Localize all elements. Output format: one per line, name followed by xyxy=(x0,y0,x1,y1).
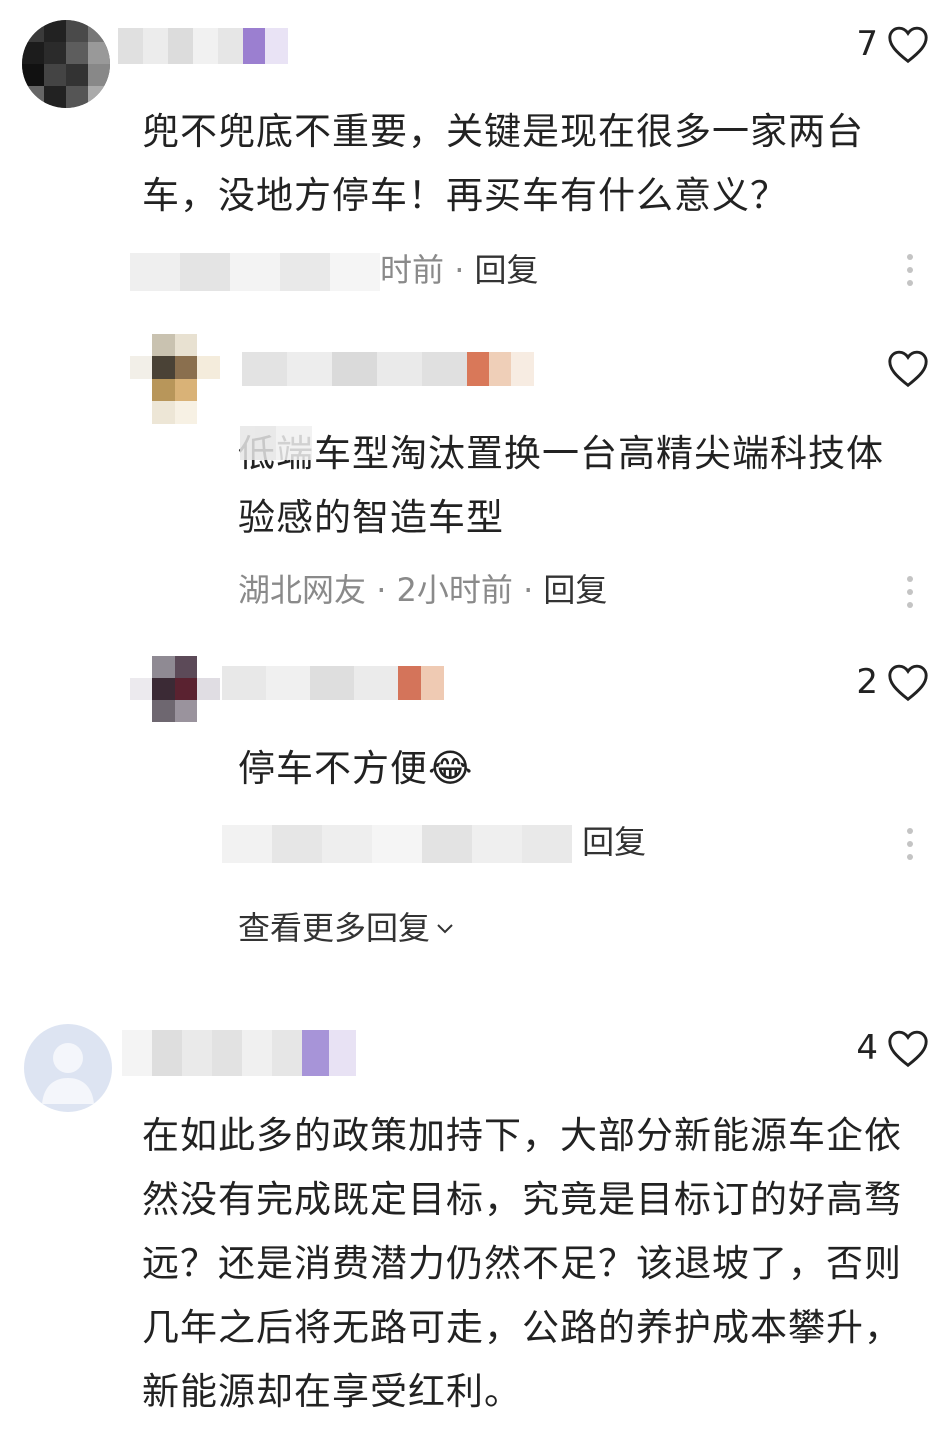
reply-text: 停车不方便😂 xyxy=(238,736,898,801)
reply-button[interactable]: 回复 xyxy=(475,251,539,289)
avatar[interactable] xyxy=(22,20,110,108)
comment-text: 兜不兜底不重要，关键是现在很多一家两台车，没地方停车！再买车有什么意义？ xyxy=(142,110,864,217)
like-count: 4 xyxy=(856,1028,878,1068)
heart-outline-icon xyxy=(888,664,928,702)
view-more-replies-button[interactable]: 查看更多回复 xyxy=(238,908,456,948)
reply-meta: 回复 xyxy=(222,822,646,863)
heart-outline-icon xyxy=(888,1030,928,1068)
reply-text: 低端车型淘汰置换一台高精尖端科技体验感的智造车型 xyxy=(238,432,884,539)
username-blurred[interactable] xyxy=(242,352,534,386)
like-button[interactable] xyxy=(878,348,930,388)
username-blurred[interactable] xyxy=(118,28,288,64)
separator: · xyxy=(454,251,465,289)
like-button[interactable]: 4 xyxy=(856,1028,930,1068)
comment-meta: 时前 · 回复 xyxy=(130,250,539,291)
username-blurred[interactable] xyxy=(122,1030,356,1076)
like-button[interactable]: 2 xyxy=(856,662,930,702)
meta-blurred xyxy=(130,253,380,291)
reply-text-content: 停车不方便 xyxy=(238,747,428,790)
reply-meta: 湖北网友 · 2小时前 · 回复 xyxy=(238,570,607,610)
avatar[interactable] xyxy=(130,334,220,424)
vertical-dots-icon[interactable] xyxy=(907,254,915,286)
like-button[interactable]: 7 xyxy=(856,24,930,64)
meta-blurred xyxy=(222,825,572,863)
location: 湖北网友 xyxy=(238,571,367,609)
separator: · xyxy=(523,571,534,609)
laughing-crying-emoji: 😂 xyxy=(428,746,474,790)
view-more-label: 查看更多回复 xyxy=(238,909,431,947)
heart-outline-icon xyxy=(888,350,928,388)
time-fragment: 时前 xyxy=(380,251,445,289)
username-blurred[interactable] xyxy=(222,666,444,700)
comment-text: 在如此多的政策加持下，大部分新能源车企依然没有完成既定目标，究竟是目标订的好高骛… xyxy=(142,1114,902,1413)
default-user-icon xyxy=(42,1043,94,1104)
time: 2小时前 xyxy=(396,571,513,609)
chevron-down-icon xyxy=(437,924,453,934)
vertical-dots-icon[interactable] xyxy=(907,576,915,608)
avatar[interactable] xyxy=(130,656,220,722)
separator: · xyxy=(376,571,387,609)
reply-button[interactable]: 回复 xyxy=(543,571,607,609)
like-count: 2 xyxy=(856,662,878,702)
text-blur xyxy=(240,426,312,460)
heart-outline-icon xyxy=(888,26,928,64)
vertical-dots-icon[interactable] xyxy=(907,828,915,860)
avatar[interactable] xyxy=(24,1024,112,1112)
like-count: 7 xyxy=(856,24,878,64)
reply-button[interactable]: 回复 xyxy=(582,823,646,861)
